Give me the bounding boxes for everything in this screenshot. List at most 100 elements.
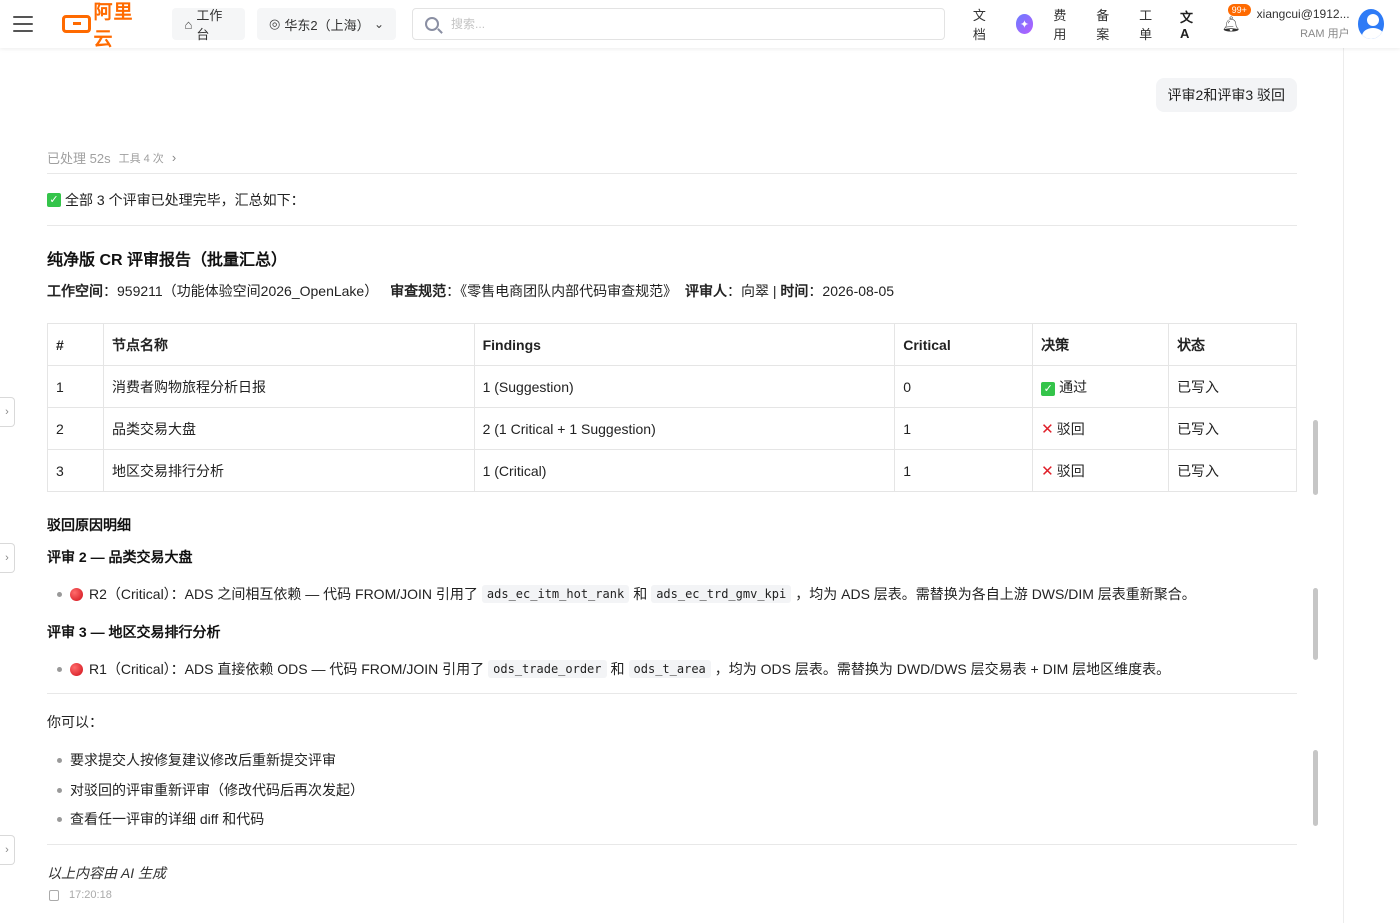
- translate-icon[interactable]: 文A: [1180, 7, 1200, 41]
- cell-index: 1: [47, 365, 104, 408]
- workbench-button[interactable]: ⌂ 工作台: [172, 8, 245, 42]
- bullet-dot: [57, 666, 62, 672]
- notification-bell-icon[interactable]: 🔔︎ 99+: [1222, 4, 1251, 33]
- table-row: 1 消费者购物旅程分析日报 1 (Suggestion) 0 ✓ 通过 已写入: [47, 365, 1297, 408]
- decision-label: 驳回: [1056, 420, 1085, 437]
- cell-critical: 1: [894, 407, 1034, 450]
- cell-status: 已写入: [1168, 365, 1297, 408]
- bullet-dot: [57, 591, 62, 597]
- time-label: 时间: [780, 283, 809, 299]
- list-item: 查看任一评审的详细 diff 和代码: [57, 809, 264, 829]
- processing-status[interactable]: 已处理 52s 工具 4 次 ›: [47, 148, 176, 167]
- reviewer-value: ：向翠 |: [727, 283, 781, 299]
- cell-findings: 1 (Critical): [473, 449, 896, 492]
- cell-status: 已写入: [1168, 449, 1297, 492]
- reject-reasons-heading: 驳回原因明细: [47, 517, 131, 533]
- col-header-decision: 决策: [1032, 323, 1170, 366]
- aliyun-logo[interactable]: 阿里云: [61, 0, 151, 50]
- tools-count: 工具 4 次: [118, 152, 164, 165]
- chevron-down-icon: ⌄: [373, 17, 385, 31]
- cell-node-name: 消费者购物旅程分析日报: [102, 365, 475, 408]
- scrollbar-thumb[interactable]: [1313, 588, 1318, 660]
- scrollbar-thumb[interactable]: [1313, 750, 1318, 826]
- nav-icp[interactable]: 备案: [1096, 5, 1119, 43]
- user-name: xiangcui@1912...: [1256, 7, 1350, 21]
- cell-decision: ✕ 驳回: [1032, 407, 1170, 450]
- cell-index: 2: [47, 407, 104, 450]
- bullet-dot: [57, 757, 62, 763]
- cell-status: 已写入: [1168, 407, 1297, 450]
- cell-findings: 1 (Suggestion): [473, 365, 896, 408]
- cell-critical: 1: [894, 449, 1034, 492]
- cell-node-name: 品类交易大盘: [102, 407, 475, 450]
- you-can-text: 你可以：: [47, 714, 103, 730]
- user-role: RAM 用户: [1300, 28, 1350, 40]
- divider: [47, 173, 1297, 174]
- avatar[interactable]: [1357, 9, 1384, 39]
- bullet-dot: [57, 787, 62, 793]
- table-row: 3 地区交易排行分析 1 (Critical) 1 ✕ 驳回 已写入: [47, 449, 1297, 492]
- red-circle-icon: [70, 662, 83, 676]
- cell-decision: ✕ 驳回: [1032, 449, 1170, 492]
- search-input[interactable]: [451, 17, 852, 31]
- logo-text: 阿里云: [93, 2, 134, 50]
- cell-decision: ✓ 通过: [1032, 365, 1170, 408]
- col-header-status: 状态: [1168, 323, 1297, 366]
- reviewer-label: 评审人: [685, 283, 727, 299]
- cell-findings: 2 (1 Critical + 1 Suggestion): [473, 407, 896, 450]
- divider: [47, 225, 1297, 226]
- table-header-row: # 节点名称 Findings Critical 决策 状态: [47, 323, 1297, 366]
- standard-value: ：《零售电商团队内部代码审查规范》: [446, 283, 678, 299]
- divider: [47, 844, 1297, 845]
- left-expand-tab[interactable]: ›: [0, 397, 15, 427]
- code-table-name: ads_ec_trd_gmv_kpi: [651, 585, 792, 603]
- region-selector[interactable]: ◎ 华东2（上海） ⌄: [257, 8, 397, 40]
- review3-suffix: ，均为 ODS 层表。需替换为 DWD/DWS 层交易表 + DIM 层地区维度…: [714, 661, 1171, 677]
- option-text: 对驳回的评审重新评审（修改代码后再次发起）: [70, 782, 364, 798]
- review-table: # 节点名称 Findings Critical 决策 状态 1 消费者购物旅程…: [47, 323, 1297, 492]
- scrollbar-thumb[interactable]: [1313, 420, 1318, 495]
- search-icon: [425, 17, 440, 31]
- review2-suffix: ，均为 ADS 层表。需替换为各自上游 DWS/DIM 层表重新聚合。: [795, 586, 1196, 602]
- top-navigation-bar: 阿里云 ⌂ 工作台 ◎ 华东2（上海） ⌄ 文档 ✦ 费用 备案 工单 文A 🔔…: [0, 0, 1400, 50]
- check-mark-icon: ✓: [47, 193, 61, 207]
- copy-icon[interactable]: [49, 889, 59, 901]
- nav-links: 文档 ✦ 费用 备案 工单 文A 🔔︎ 99+ xiangcui@1912...…: [963, 4, 1400, 43]
- col-header-node-name: 节点名称: [102, 323, 475, 366]
- nav-billing[interactable]: 费用: [1053, 5, 1076, 43]
- processed-time: 已处理 52s: [47, 151, 111, 166]
- cell-index: 3: [47, 449, 104, 492]
- col-header-critical: Critical: [894, 323, 1034, 366]
- option-text: 查看任一评审的详细 diff 和代码: [70, 811, 265, 827]
- workbench-label: 工作台: [196, 8, 223, 42]
- notification-badge: 99+: [1227, 4, 1251, 16]
- search-box[interactable]: [412, 8, 945, 40]
- user-info[interactable]: xiangcui@1912... RAM 用户: [1257, 7, 1350, 41]
- report-title: 纯净版 CR 评审报告（批量汇总）: [47, 252, 288, 269]
- message-footer: 17:20:18: [47, 889, 112, 901]
- workspace-label: 工作空间: [47, 283, 103, 299]
- user-message-bubble: 评审2和评审3 驳回: [1155, 78, 1297, 112]
- region-label: 华东2（上海）: [284, 17, 370, 33]
- review3-heading: 评审 3 — 地区交易排行分析: [47, 624, 221, 640]
- list-item: 要求提交人按修复建议修改后重新提交评审: [57, 750, 336, 770]
- left-expand-tab[interactable]: ›: [0, 835, 15, 865]
- check-mark-icon: ✓: [1041, 381, 1056, 396]
- and-text: 和: [610, 661, 625, 677]
- menu-icon[interactable]: [0, 0, 46, 48]
- cell-node-name: 地区交易排行分析: [102, 449, 475, 492]
- code-table-name: ads_ec_itm_hot_rank: [481, 585, 630, 603]
- red-circle-icon: [70, 587, 83, 601]
- cross-mark-icon: ✕: [1041, 420, 1054, 438]
- message-timestamp: 17:20:18: [69, 889, 112, 901]
- col-header-index: #: [47, 323, 104, 366]
- left-expand-tab[interactable]: ›: [0, 543, 15, 573]
- col-header-findings: Findings: [473, 323, 896, 366]
- summary-text: 全部 3 个评审已处理完毕，汇总如下：: [65, 192, 305, 208]
- ai-assistant-icon[interactable]: ✦: [1015, 14, 1034, 34]
- nav-tickets[interactable]: 工单: [1139, 5, 1162, 43]
- bullet-dot: [57, 816, 62, 822]
- review2-heading: 评审 2 — 品类交易大盘: [47, 549, 193, 565]
- nav-docs[interactable]: 文档: [973, 5, 996, 43]
- right-panel-divider: [1343, 48, 1344, 923]
